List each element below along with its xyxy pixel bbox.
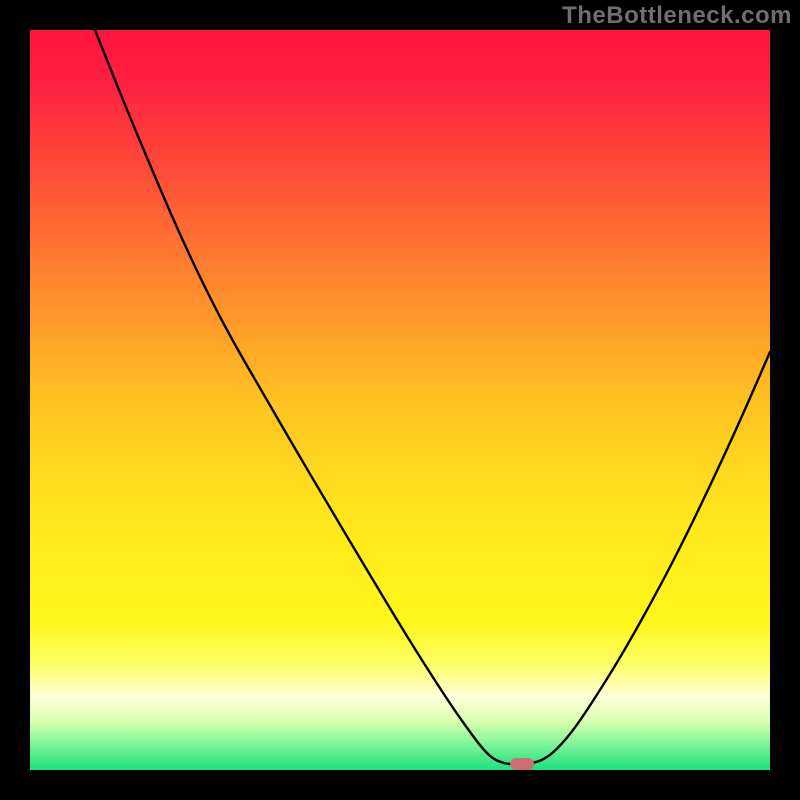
optimal-point-marker: [510, 758, 534, 770]
plot-area: [30, 30, 770, 770]
bottleneck-curve: [30, 30, 770, 770]
watermark-text: TheBottleneck.com: [562, 2, 792, 30]
chart-container: TheBottleneck.com: [0, 0, 800, 800]
